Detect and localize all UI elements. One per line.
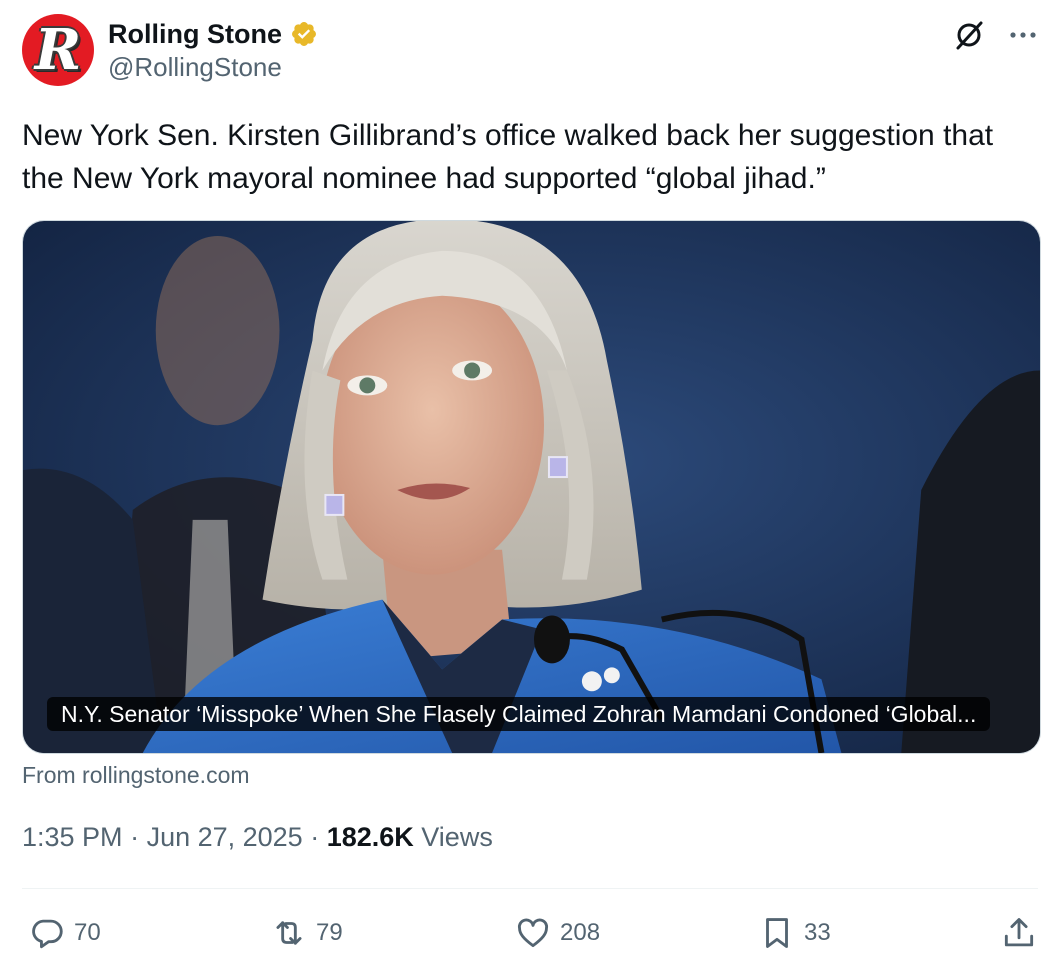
card-headline[interactable]: N.Y. Senator ‘Misspoke’ When She Flasely… [47, 697, 991, 731]
share-icon [1004, 918, 1034, 947]
views-count[interactable]: 182.6K [327, 822, 414, 852]
meta-separator: · [122, 822, 147, 852]
tweet-meta: 1:35 PM · Jun 27, 2025 · 182.6K Views [22, 822, 493, 853]
like-button[interactable]: 208 [514, 908, 600, 958]
bookmark-button[interactable]: 33 [758, 908, 831, 958]
grok-icon[interactable] [952, 18, 986, 52]
heart-icon [518, 918, 548, 948]
display-name[interactable]: Rolling Stone [108, 19, 282, 50]
article-photo [23, 221, 1040, 753]
link-card[interactable]: N.Y. Senator ‘Misspoke’ When She Flasely… [22, 220, 1041, 754]
bookmark-icon [766, 918, 788, 948]
author-block: Rolling Stone @RollingStone [108, 16, 318, 83]
repost-count: 79 [316, 919, 343, 946]
avatar[interactable]: R [22, 14, 94, 86]
bookmark-count: 33 [804, 919, 831, 946]
like-count: 208 [560, 919, 601, 946]
header-actions [952, 18, 1038, 52]
views-label: Views [413, 822, 493, 852]
more-icon[interactable] [1008, 20, 1038, 50]
reply-icon [32, 919, 63, 949]
handle[interactable]: @RollingStone [108, 52, 318, 83]
tweet-time[interactable]: 1:35 PM [22, 822, 123, 852]
tweet-text: New York Sen. Kirsten Gillibrand’s offic… [22, 119, 994, 195]
verified-badge-icon[interactable] [290, 20, 318, 48]
tweet-date[interactable]: Jun 27, 2025 [147, 822, 303, 852]
reply-count: 70 [74, 919, 101, 946]
action-bar: 70 79 208 33 [22, 908, 1038, 958]
repost-button[interactable]: 79 [270, 908, 343, 958]
repost-icon [276, 921, 302, 945]
tweet-header: R Rolling Stone @RollingStone [22, 14, 1038, 90]
divider [22, 888, 1038, 889]
meta-separator: · [302, 822, 327, 852]
reply-button[interactable]: 70 [28, 908, 101, 958]
share-button[interactable] [1000, 908, 1038, 958]
card-source[interactable]: From rollingstone.com [22, 762, 250, 789]
avatar-letter: R [34, 17, 82, 83]
tweet-post: R Rolling Stone @RollingStone New York S… [0, 0, 1060, 970]
